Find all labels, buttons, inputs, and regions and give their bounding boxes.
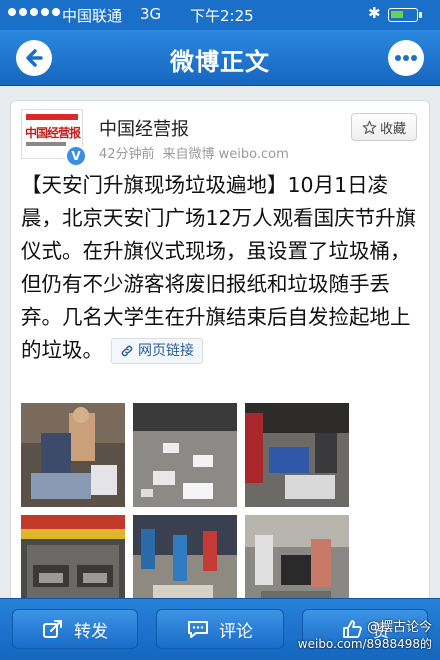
watermark: @摆古论今 weibo.com/8988498的: [298, 620, 432, 652]
comment-icon: [188, 621, 208, 638]
post-text: 【天安门升旗现场垃圾遍地】10月1日凌晨，北京天安门广场12万人观看国庆节升旗仪…: [21, 173, 417, 362]
comment-label: 评论: [219, 621, 253, 642]
verified-badge-icon: V: [65, 145, 87, 167]
avatar-logo-subline: [26, 142, 66, 146]
favorite-label: 收藏: [379, 121, 406, 137]
clock: 下午2:25: [190, 7, 254, 25]
more-dots-icon: [395, 55, 417, 61]
share-icon: [43, 620, 62, 638]
photo-image: [21, 403, 125, 507]
comment-button[interactable]: 评论: [156, 609, 284, 649]
repost-label: 转发: [74, 621, 108, 642]
page-title: 微博正文: [170, 48, 270, 76]
carrier-name: 中国联通: [62, 7, 123, 25]
more-button[interactable]: [388, 40, 424, 76]
post-source: 来自微博 weibo.com: [162, 147, 289, 162]
photo-image: [133, 403, 237, 507]
favorite-button[interactable]: 收藏: [351, 113, 417, 141]
weibo-post-card: 中国经营报 V 中国经营报 42分钟前 来自微博 weibo.com 收藏 【天安…: [10, 100, 430, 660]
post-meta: 42分钟前 来自微博 weibo.com: [99, 143, 289, 162]
network-type: 3G: [140, 5, 162, 23]
status-bar: 中国联通 3G 下午2:25 ✱: [0, 0, 440, 30]
signal-strength-icon: [8, 8, 60, 16]
battery-icon: [388, 8, 422, 22]
watermark-line-1: @摆古论今: [366, 620, 432, 635]
post-body: 【天安门升旗现场垃圾遍地】10月1日凌晨，北京天安门广场12万人观看国庆节升旗仪…: [21, 169, 425, 367]
link-icon: [121, 345, 133, 357]
photo-thumbnail[interactable]: [21, 403, 125, 507]
avatar-logo-band: [26, 114, 78, 120]
web-link-button[interactable]: 网页链接: [111, 338, 203, 364]
bluetooth-icon: ✱: [368, 4, 381, 22]
nav-bar: 微博正文: [0, 30, 440, 86]
star-icon: [362, 120, 377, 134]
author-name[interactable]: 中国经营报: [99, 115, 189, 141]
photo-thumbnail[interactable]: [133, 403, 237, 507]
web-link-label: 网页链接: [138, 343, 194, 359]
avatar-logo-text: 中国经营报: [25, 126, 81, 140]
repost-button[interactable]: 转发: [12, 609, 138, 649]
photo-thumbnail[interactable]: [245, 403, 349, 507]
photo-image: [245, 403, 349, 507]
battery-level: [391, 11, 403, 18]
watermark-line-2: weibo.com/8988498的: [297, 637, 432, 651]
post-time: 42分钟前: [99, 147, 155, 162]
